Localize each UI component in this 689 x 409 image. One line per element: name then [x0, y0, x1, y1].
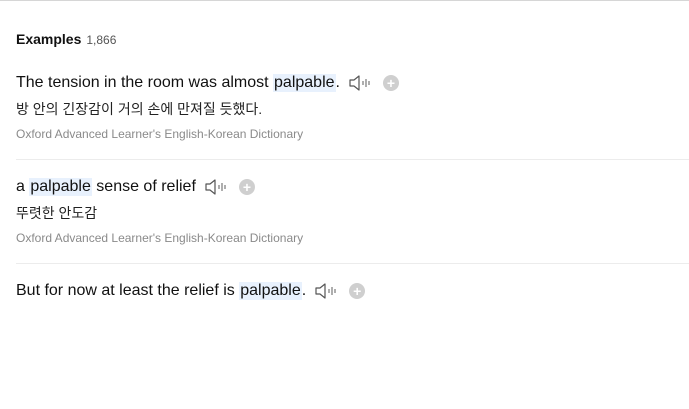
example-source[interactable]: Oxford Advanced Learner's English-Korean…: [16, 126, 689, 142]
add-to-wordbook-button[interactable]: +: [382, 75, 399, 91]
example-item: The tension in the room was almost palpa…: [0, 70, 689, 142]
sentence-text: .: [301, 282, 307, 299]
highlighted-word[interactable]: palpable: [29, 178, 92, 196]
sentence-text: The tension in the room was almost: [16, 74, 274, 91]
highlighted-word[interactable]: palpable: [273, 74, 336, 92]
examples-count: 1,866: [86, 33, 117, 47]
example-item: But for now at least the relief is palpa…: [0, 278, 689, 300]
sentence-text: a: [16, 178, 30, 195]
sentence-text: But for now at least the relief is: [16, 282, 240, 299]
example-sentence: But for now at least the relief is palpa…: [16, 278, 689, 300]
add-to-wordbook-button[interactable]: +: [238, 179, 255, 195]
speaker-icon[interactable]: [204, 178, 230, 196]
example-item: a palpable sense of relief + 뚜렷한 안도감 Oxf…: [0, 174, 689, 246]
example-translation: 뚜렷한 안도감: [16, 205, 98, 221]
highlighted-word[interactable]: palpable: [239, 282, 302, 300]
speaker-icon[interactable]: [314, 282, 340, 300]
sentence-text: .: [335, 74, 340, 91]
add-to-wordbook-button[interactable]: +: [349, 283, 366, 299]
top-divider: [0, 0, 689, 1]
examples-header: Examples 1,866: [16, 31, 116, 47]
example-source[interactable]: Oxford Advanced Learner's English-Korean…: [16, 230, 689, 246]
examples-title: Examples: [16, 31, 82, 47]
example-translation: 방 안의 긴장감이 거의 손에 만져질 듯했다.: [16, 101, 263, 117]
example-sentence: a palpable sense of relief +: [16, 174, 689, 200]
sentence-text: sense of relief: [91, 178, 196, 195]
example-divider: [16, 263, 689, 264]
speaker-icon[interactable]: [348, 74, 374, 92]
example-divider: [16, 159, 689, 160]
example-sentence: The tension in the room was almost palpa…: [16, 70, 689, 96]
